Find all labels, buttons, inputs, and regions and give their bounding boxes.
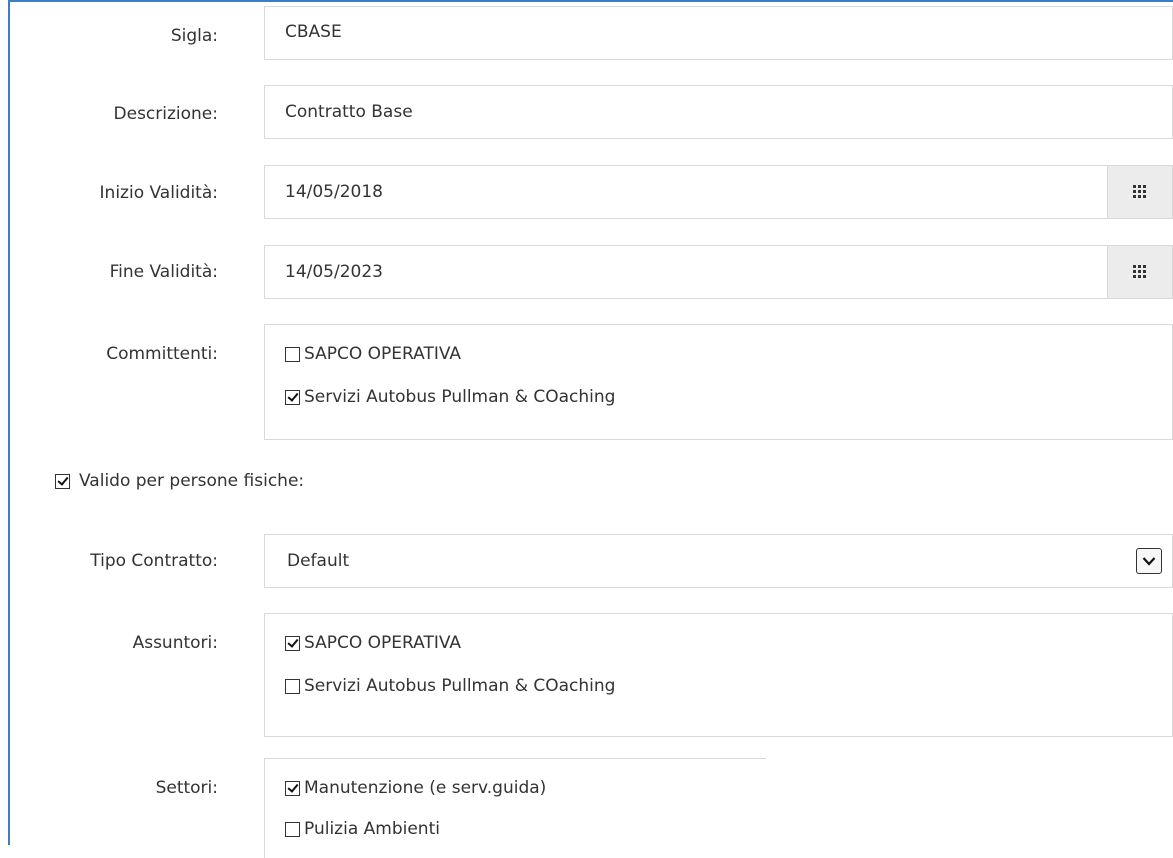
- chevron-down-icon: [1142, 557, 1156, 566]
- descrizione-field[interactable]: Contratto Base: [264, 85, 1173, 139]
- descrizione-label: Descrizione:: [113, 104, 218, 124]
- persone-fisiche-label: Valido per persone fisiche:: [79, 471, 305, 491]
- sigla-value: CBASE: [285, 22, 342, 42]
- fine-validita-value: 14/05/2023: [285, 262, 383, 282]
- committenti-option[interactable]: SAPCO OPERATIVA: [285, 344, 461, 364]
- inizio-validita-value: 14/05/2018: [285, 182, 383, 202]
- checkbox[interactable]: [285, 780, 300, 796]
- assuntori-option-label: SAPCO OPERATIVA: [304, 633, 462, 653]
- settori-option[interactable]: Pulizia Ambienti: [285, 819, 440, 839]
- settori-option[interactable]: Manutenzione (e serv.guida): [285, 778, 546, 798]
- checkbox[interactable]: [55, 473, 70, 489]
- fine-validita-label: Fine Validità:: [109, 262, 218, 282]
- inizio-calendar-button[interactable]: [1107, 166, 1172, 218]
- tipo-contratto-value: Default: [287, 551, 350, 571]
- inizio-validita-field[interactable]: 14/05/2018: [264, 165, 1173, 219]
- calendar-grid-icon: [1133, 265, 1146, 278]
- checkbox[interactable]: [285, 635, 300, 651]
- committenti-option-label: SAPCO OPERATIVA: [304, 344, 462, 364]
- persone-fisiche-option[interactable]: Valido per persone fisiche:: [55, 471, 304, 491]
- sigla-label: Sigla:: [170, 26, 218, 46]
- assuntori-option-label: Servizi Autobus Pullman & COaching: [304, 676, 616, 696]
- tipo-contratto-label: Tipo Contratto:: [90, 551, 218, 571]
- fine-calendar-button[interactable]: [1107, 246, 1172, 298]
- committenti-list: SAPCO OPERATIVA Servizi Autobus Pullman …: [264, 324, 1173, 440]
- assuntori-list: SAPCO OPERATIVA Servizi Autobus Pullman …: [264, 613, 1173, 737]
- assuntori-option[interactable]: SAPCO OPERATIVA: [285, 633, 461, 653]
- committenti-label: Committenti:: [106, 344, 218, 364]
- committenti-option-label: Servizi Autobus Pullman & COaching: [304, 387, 616, 407]
- settori-option-label: Pulizia Ambienti: [304, 819, 440, 839]
- checkbox[interactable]: [285, 346, 300, 362]
- calendar-grid-icon: [1133, 185, 1146, 198]
- committenti-option[interactable]: Servizi Autobus Pullman & COaching: [285, 387, 615, 407]
- checkbox[interactable]: [285, 821, 300, 837]
- checkbox[interactable]: [285, 678, 300, 694]
- descrizione-value: Contratto Base: [285, 102, 413, 122]
- select-dropdown-button[interactable]: [1136, 548, 1162, 574]
- inizio-validita-label: Inizio Validità:: [99, 183, 218, 203]
- sigla-field[interactable]: CBASE: [264, 6, 1173, 60]
- fine-validita-field[interactable]: 14/05/2023: [264, 245, 1173, 299]
- assuntori-option[interactable]: Servizi Autobus Pullman & COaching: [285, 676, 615, 696]
- tipo-contratto-select[interactable]: Default: [264, 534, 1173, 588]
- settori-label: Settori:: [155, 778, 218, 798]
- assuntori-label: Assuntori:: [132, 633, 218, 653]
- settori-list: Manutenzione (e serv.guida) Pulizia Ambi…: [264, 758, 766, 858]
- settori-option-label: Manutenzione (e serv.guida): [304, 778, 547, 798]
- checkbox[interactable]: [285, 389, 300, 405]
